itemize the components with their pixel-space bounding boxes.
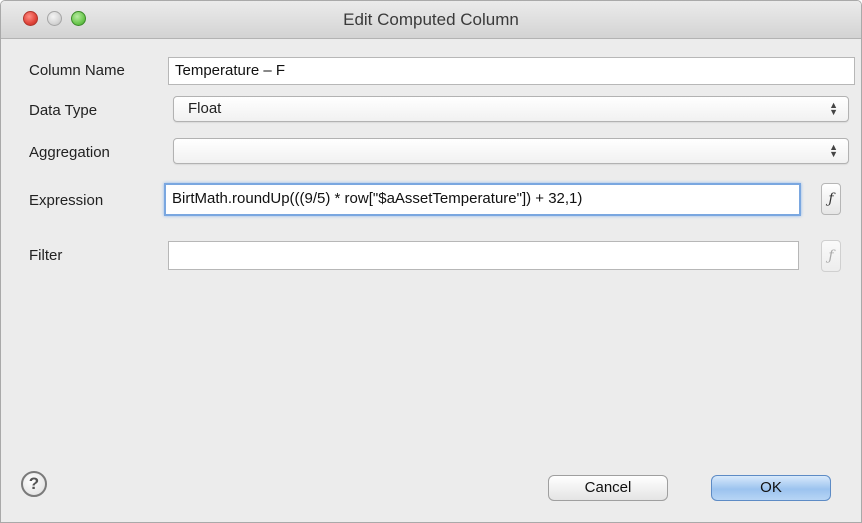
help-icon[interactable]: ? xyxy=(21,471,47,497)
function-icon: ƒ xyxy=(828,191,834,207)
expression-label: Expression xyxy=(29,192,104,209)
window-title: Edit Computed Column xyxy=(343,10,519,29)
function-icon: ƒ xyxy=(828,248,834,264)
expression-builder-button[interactable]: ƒ xyxy=(821,183,841,215)
title-bar: Edit Computed Column xyxy=(1,1,861,39)
filter-expression-builder-button[interactable]: ƒ xyxy=(821,240,841,272)
column-name-label: Column Name xyxy=(29,62,125,79)
data-type-label: Data Type xyxy=(29,102,98,119)
filter-input[interactable] xyxy=(168,241,799,270)
help-glyph: ? xyxy=(28,474,40,493)
expression-input[interactable]: BirtMath.roundUp(((9/5) * row["$aAssetTe… xyxy=(164,183,801,216)
data-type-select[interactable]: Float ▲ ▼ xyxy=(173,96,849,122)
ok-button[interactable]: OK xyxy=(711,475,831,501)
aggregation-label: Aggregation xyxy=(29,144,110,161)
cancel-button[interactable]: Cancel xyxy=(548,475,668,501)
aggregation-select[interactable]: ▲ ▼ xyxy=(173,138,849,164)
filter-label: Filter xyxy=(29,247,63,264)
column-name-input[interactable]: Temperature – F xyxy=(168,57,855,85)
select-arrows-icon: ▲ ▼ xyxy=(829,142,838,159)
edit-computed-column-dialog: Edit Computed Column Column Name Tempera… xyxy=(0,0,862,523)
select-arrows-icon: ▲ ▼ xyxy=(829,100,838,117)
data-type-value: Float xyxy=(188,100,222,117)
